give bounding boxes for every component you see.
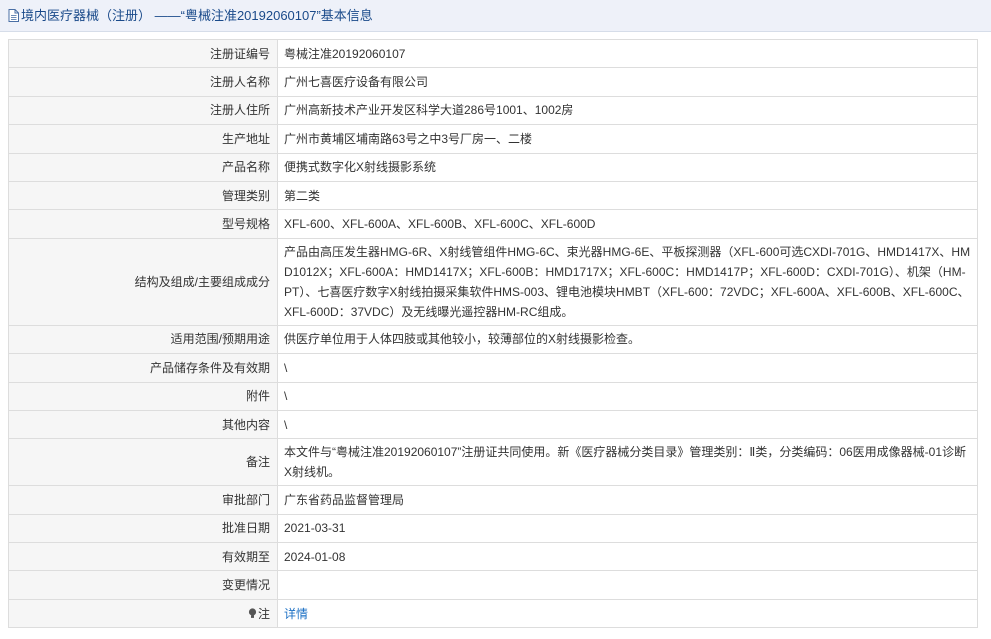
info-table: 注册证编号 粤械注准20192060107 注册人名称 广州七喜医疗设备有限公司 注册人… xyxy=(8,38,978,629)
row-label-structure-composition: 结构及组成/主要组成成分 xyxy=(8,237,278,326)
row-value-change-status xyxy=(277,570,978,600)
row-value-note: 详情 xyxy=(277,598,978,629)
row-value-product-name: 便携式数字化X射线摄影系统 xyxy=(277,152,978,182)
table-row: 注册证编号 粤械注准20192060107 xyxy=(8,38,978,69)
row-value-model-spec: XFL-600、XFL-600A、XFL-600B、XFL-600C、XFL-6… xyxy=(277,209,978,239)
row-label-storage-conditions: 产品储存条件及有效期 xyxy=(8,353,278,383)
table-row: 生产地址 广州市黄埔区埔南路63号之中3号厂房一、二楼 xyxy=(8,124,978,154)
row-value-intended-use: 供医疗单位用于人体四肢或其他较小，较薄部位的X射线摄影检查。 xyxy=(277,324,978,355)
row-label-model-spec: 型号规格 xyxy=(8,209,278,239)
row-label-product-name: 产品名称 xyxy=(8,152,278,182)
page-title: 境内医疗器械（注册） ——“粤械注准20192060107”基本信息 xyxy=(21,8,373,23)
row-label-approval-date: 批准日期 xyxy=(8,513,278,544)
row-value-production-address: 广州市黄埔区埔南路63号之中3号厂房一、二楼 xyxy=(277,124,978,154)
row-label-note: 注 xyxy=(8,598,278,629)
table-row: 附件 \ xyxy=(8,381,978,411)
table-row: 型号规格 XFL-600、XFL-600A、XFL-600B、XFL-600C、X… xyxy=(8,209,978,239)
table-row: 变更情况 xyxy=(8,570,978,600)
table-row: 备注 本文件与“粤械注准20192060107”注册证共同使用。新《医疗器械分类目… xyxy=(8,438,978,487)
row-value-structure-composition: 产品由高压发生器HMG-6R、X射线管组件HMG-6C、束光器HMG-6E、平板… xyxy=(277,237,978,326)
table-row: 注册人名称 广州七喜医疗设备有限公司 xyxy=(8,67,978,97)
row-label-change-status: 变更情况 xyxy=(8,570,278,600)
document-icon xyxy=(8,9,19,22)
lightbulb-icon xyxy=(248,607,257,618)
row-value-valid-until: 2024-01-08 xyxy=(277,542,978,572)
table-row: 审批部门 广东省药品监督管理局 xyxy=(8,485,978,515)
page-header: 境内医疗器械（注册） ——“粤械注准20192060107”基本信息 xyxy=(0,0,991,32)
table-row: 其他内容 \ xyxy=(8,409,978,440)
table-row-note: 注详情 xyxy=(8,598,978,629)
row-value-registrant-address: 广州高新技术产业开发区科学大道286号1001、1002房 xyxy=(277,95,978,126)
note-label: 注 xyxy=(257,606,270,621)
table-row: 有效期至 2024-01-08 xyxy=(8,542,978,572)
row-label-management-class: 管理类别 xyxy=(8,180,278,211)
row-label-approval-dept: 审批部门 xyxy=(8,485,278,515)
row-label-valid-until: 有效期至 xyxy=(8,542,278,572)
row-value-attachments: \ xyxy=(277,381,978,411)
row-value-remarks: 本文件与“粤械注准20192060107”注册证共同使用。新《医疗器械分类目录》… xyxy=(277,438,978,487)
row-label-other-content: 其他内容 xyxy=(8,409,278,440)
row-label-remarks: 备注 xyxy=(8,438,278,487)
row-value-management-class: 第二类 xyxy=(277,180,978,211)
row-label-production-address: 生产地址 xyxy=(8,124,278,154)
row-label-attachments: 附件 xyxy=(8,381,278,411)
row-value-other-content: \ xyxy=(277,409,978,440)
row-label-registrant-address: 注册人住所 xyxy=(8,95,278,126)
row-value-storage-conditions: \ xyxy=(277,353,978,383)
table-row: 产品名称 便携式数字化X射线摄影系统 xyxy=(8,152,978,182)
table-row: 注册人住所 广州高新技术产业开发区科学大道286号1001、1002房 xyxy=(8,95,978,126)
table-row: 产品储存条件及有效期 \ xyxy=(8,353,978,383)
row-value-approval-dept: 广东省药品监督管理局 xyxy=(277,485,978,515)
table-row: 适用范围/预期用途 供医疗单位用于人体四肢或其他较小，较薄部位的X射线摄影检查。 xyxy=(8,324,978,355)
table-row: 批准日期 2021-03-31 xyxy=(8,513,978,544)
table-row: 结构及组成/主要组成成分 产品由高压发生器HMG-6R、X射线管组件HMG-6C、… xyxy=(8,237,978,326)
row-label-intended-use: 适用范围/预期用途 xyxy=(8,324,278,355)
details-link[interactable]: 详情 xyxy=(284,607,308,621)
table-row: 管理类别 第二类 xyxy=(8,180,978,211)
row-value-reg-number: 粤械注准20192060107 xyxy=(277,38,978,69)
row-value-approval-date: 2021-03-31 xyxy=(277,513,978,544)
row-label-registrant-name: 注册人名称 xyxy=(8,67,278,97)
row-value-registrant-name: 广州七喜医疗设备有限公司 xyxy=(277,67,978,97)
row-label-reg-number: 注册证编号 xyxy=(8,38,278,69)
